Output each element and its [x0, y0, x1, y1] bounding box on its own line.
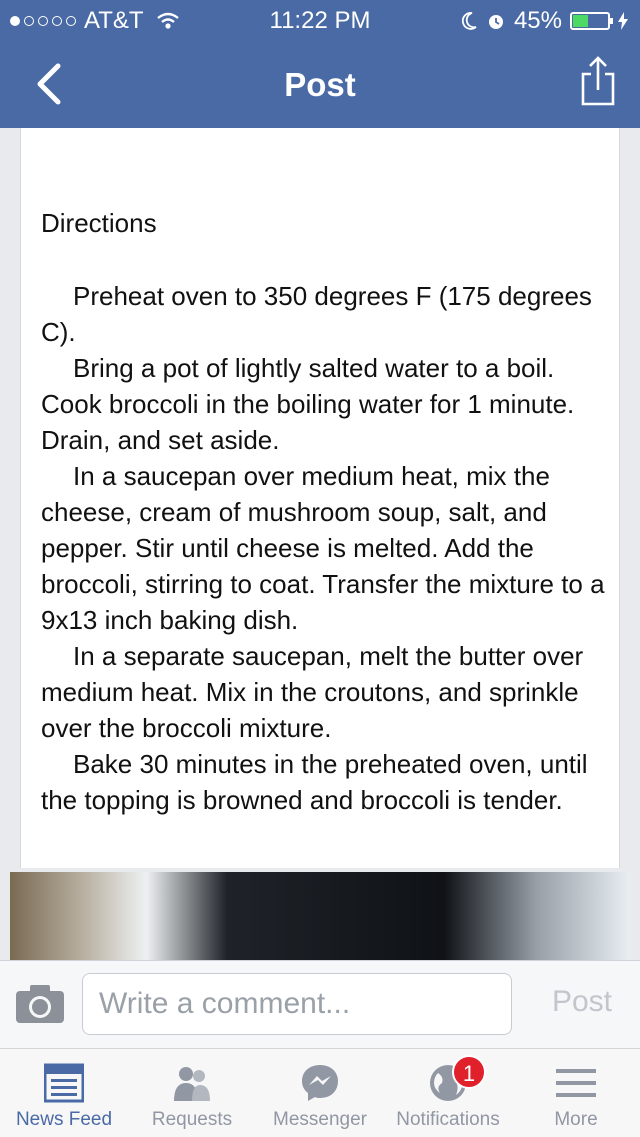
- tab-label: More: [554, 1109, 598, 1130]
- navigation-bar: Post: [0, 40, 640, 128]
- notification-badge: 1: [452, 1055, 486, 1089]
- alarm-icon: [488, 15, 503, 29]
- tab-label: Requests: [151, 1109, 233, 1130]
- post-photo[interactable]: [10, 872, 630, 962]
- direction-step: In a separate saucepan, melt the butter …: [41, 641, 584, 743]
- page-title: Post: [284, 66, 356, 103]
- comment-bar: Post: [0, 960, 640, 1049]
- news-feed-icon: [44, 1063, 84, 1103]
- tab-more[interactable]: More: [512, 1049, 640, 1137]
- directions-text: Preheat oven to 350 degrees F (175 degre…: [41, 278, 609, 818]
- tab-notifications[interactable]: 1 Notifications: [384, 1049, 512, 1137]
- battery-percent: 45%: [513, 7, 562, 34]
- charging-icon: [618, 12, 628, 30]
- tab-bar: News Feed Requests Messenger 1 Notificat…: [0, 1048, 640, 1137]
- battery-icon: [570, 12, 613, 30]
- direction-step: Bring a pot of lightly salted water to a…: [41, 353, 575, 455]
- top-bar: AT&T 11:22 PM 45% Post: [0, 0, 640, 128]
- share-icon: [581, 56, 615, 106]
- friend-requests-icon: [174, 1067, 210, 1101]
- tab-label: Messenger: [273, 1109, 367, 1130]
- post-comment-button[interactable]: Post: [552, 985, 612, 1019]
- battery-level: [573, 15, 588, 27]
- tab-requests[interactable]: Requests: [128, 1049, 256, 1137]
- share-button[interactable]: [580, 54, 616, 110]
- moon-icon: [461, 12, 477, 30]
- direction-step: Preheat oven to 350 degrees F (175 degre…: [41, 281, 592, 347]
- directions-heading: Directions: [41, 208, 157, 238]
- tab-label: Notifications: [396, 1109, 500, 1130]
- direction-step: In a saucepan over medium heat, mix the …: [41, 461, 605, 635]
- status-right: 45%: [460, 7, 628, 35]
- tab-messenger[interactable]: Messenger: [256, 1049, 384, 1137]
- tab-news-feed[interactable]: News Feed: [0, 1049, 128, 1137]
- comment-input[interactable]: [83, 974, 511, 1034]
- status-bar: AT&T 11:22 PM 45%: [0, 0, 640, 40]
- direction-step: Bake 30 minutes in the preheated oven, u…: [41, 749, 588, 815]
- messenger-icon: [302, 1065, 338, 1101]
- menu-icon: [556, 1069, 596, 1097]
- camera-icon: [16, 985, 64, 1023]
- post-card: Directions Preheat oven to 350 degrees F…: [20, 128, 620, 868]
- comment-input-wrapper: [82, 973, 512, 1035]
- tab-label: News Feed: [15, 1109, 113, 1130]
- camera-button[interactable]: [14, 983, 66, 1025]
